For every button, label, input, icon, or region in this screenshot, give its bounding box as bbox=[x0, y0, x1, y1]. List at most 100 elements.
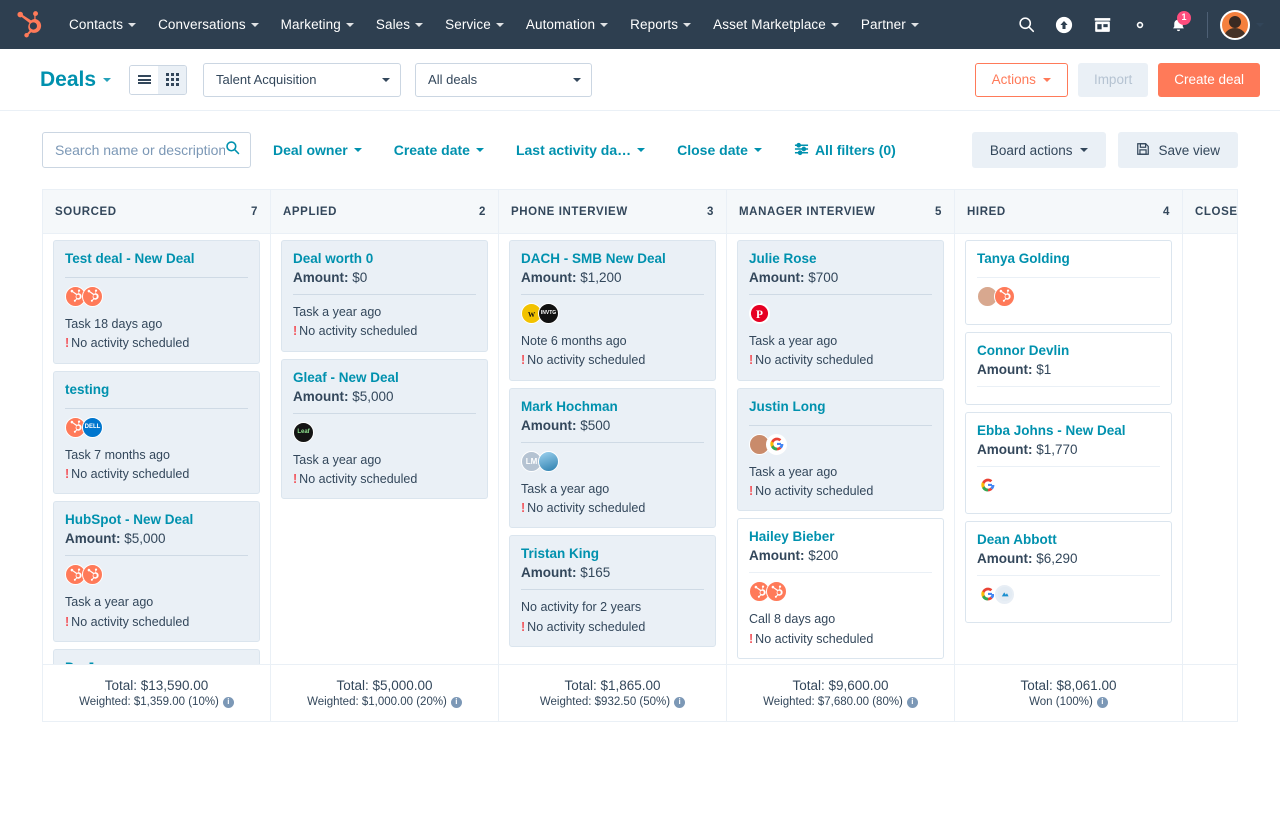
save-view-button[interactable]: Save view bbox=[1118, 132, 1238, 168]
nav-item-partner[interactable]: Partner bbox=[850, 11, 930, 38]
column-header[interactable]: CLOSED bbox=[1183, 190, 1238, 234]
deal-card[interactable]: Connor Devlin Amount: $1 bbox=[965, 332, 1172, 405]
column-total-closed bbox=[1183, 665, 1280, 721]
alert-icon: ! bbox=[749, 484, 753, 498]
hubspot-logo-icon[interactable] bbox=[14, 10, 44, 40]
column-cards: Deal worth 0 Amount: $0 Task a year ago … bbox=[271, 234, 498, 664]
search-input[interactable] bbox=[55, 142, 225, 158]
deal-card[interactable]: Gleaf - New Deal Amount: $5,000 Leaf Tas… bbox=[281, 359, 488, 500]
deal-card[interactable]: Ebba Johns - New Deal Amount: $1,770 bbox=[965, 412, 1172, 514]
info-icon[interactable]: i bbox=[674, 697, 685, 708]
deal-card-title[interactable]: Deal worth 0 bbox=[293, 251, 476, 268]
chevron-down-icon bbox=[831, 23, 839, 27]
deal-card-title[interactable]: Dr. Jones bbox=[65, 660, 248, 664]
filter-last-activity-date[interactable]: Last activity da… bbox=[516, 142, 645, 158]
board-view-icon[interactable] bbox=[158, 66, 186, 94]
deal-card[interactable]: Test deal - New Deal Task 18 days ago !N… bbox=[53, 240, 260, 364]
column-title: PHONE INTERVIEW bbox=[511, 206, 628, 218]
nav-label: Service bbox=[445, 17, 491, 32]
deal-card[interactable]: Julie Rose Amount: $700 P Task a year ag… bbox=[737, 240, 944, 381]
associated-avatars bbox=[65, 286, 248, 308]
actions-button-label: Actions bbox=[992, 72, 1036, 87]
nav-item-sales[interactable]: Sales bbox=[365, 11, 434, 38]
search-icon[interactable] bbox=[225, 140, 240, 160]
column-header[interactable]: MANAGER INTERVIEW 5 bbox=[727, 190, 954, 234]
search-icon[interactable] bbox=[1009, 8, 1043, 42]
deal-card[interactable]: Dr. Jones Amount: $5,700 bbox=[53, 649, 260, 664]
deal-card-title[interactable]: Mark Hochman bbox=[521, 399, 704, 416]
info-icon[interactable]: i bbox=[223, 697, 234, 708]
filter-deal-owner[interactable]: Deal owner bbox=[273, 142, 362, 158]
column-header[interactable]: SOURCED 7 bbox=[43, 190, 270, 234]
upgrade-arrow-icon[interactable] bbox=[1047, 8, 1081, 42]
column-header[interactable]: HIRED 4 bbox=[955, 190, 1182, 234]
deal-card-amount: Amount: $165 bbox=[521, 565, 704, 580]
info-icon[interactable]: i bbox=[1097, 697, 1108, 708]
alert-icon: ! bbox=[65, 467, 69, 481]
deal-card-title[interactable]: Julie Rose bbox=[749, 251, 932, 268]
list-view-icon[interactable] bbox=[130, 66, 158, 94]
info-icon[interactable]: i bbox=[907, 697, 918, 708]
deal-card[interactable]: Justin Long bbox=[737, 388, 944, 512]
deal-card-title[interactable]: Ebba Johns - New Deal bbox=[977, 423, 1160, 440]
search-box[interactable] bbox=[42, 132, 251, 168]
deal-card[interactable]: HubSpot - New Deal Amount: $5,000 bbox=[53, 501, 260, 642]
deal-card-title[interactable]: DACH - SMB New Deal bbox=[521, 251, 704, 268]
top-navigation-bar: Contacts Conversations Marketing Sales S… bbox=[0, 0, 1280, 49]
filter-create-date[interactable]: Create date bbox=[394, 142, 484, 158]
total-amount: Total: $13,590.00 bbox=[105, 678, 209, 693]
deal-card[interactable]: Hailey Bieber Amount: $200 bbox=[737, 518, 944, 659]
notifications-bell-icon[interactable]: 1 bbox=[1161, 8, 1195, 42]
create-deal-button[interactable]: Create deal bbox=[1158, 63, 1260, 97]
column-total-hired: Total: $8,061.00 Won (100%) i bbox=[955, 665, 1183, 721]
deal-card[interactable]: testing DELL Task 7 months ago !No activ… bbox=[53, 371, 260, 495]
pipeline-select[interactable]: Talent Acquisition bbox=[203, 63, 401, 97]
column-count: 2 bbox=[479, 206, 486, 218]
import-button[interactable]: Import bbox=[1078, 63, 1148, 97]
pipeline-select-value: Talent Acquisition bbox=[216, 72, 382, 87]
deal-card-title[interactable]: Tristan King bbox=[521, 546, 704, 563]
column-cards: Julie Rose Amount: $700 P Task a year ag… bbox=[727, 234, 954, 664]
deal-view-select[interactable]: All deals bbox=[415, 63, 592, 97]
deal-card-title[interactable]: testing bbox=[65, 382, 248, 399]
board-actions-button[interactable]: Board actions bbox=[972, 132, 1107, 168]
deal-card-title[interactable]: Gleaf - New Deal bbox=[293, 370, 476, 387]
deal-card-title[interactable]: Hailey Bieber bbox=[749, 529, 932, 546]
divider bbox=[977, 277, 1160, 278]
info-icon[interactable]: i bbox=[451, 697, 462, 708]
actions-button[interactable]: Actions bbox=[975, 63, 1068, 97]
deal-card-title[interactable]: Tanya Golding bbox=[977, 251, 1160, 268]
filter-close-date[interactable]: Close date bbox=[677, 142, 762, 158]
nav-item-service[interactable]: Service bbox=[434, 11, 515, 38]
user-avatar[interactable] bbox=[1220, 10, 1250, 40]
associated-avatars bbox=[65, 564, 248, 586]
nav-item-marketing[interactable]: Marketing bbox=[270, 11, 365, 38]
nav-item-automation[interactable]: Automation bbox=[515, 11, 619, 38]
marketplace-icon[interactable] bbox=[1085, 8, 1119, 42]
nav-item-contacts[interactable]: Contacts bbox=[58, 11, 147, 38]
deal-card-title[interactable]: Test deal - New Deal bbox=[65, 251, 248, 268]
last-activity: Task a year ago bbox=[293, 303, 476, 322]
all-filters-button[interactable]: All filters (0) bbox=[794, 142, 896, 159]
column-header[interactable]: PHONE INTERVIEW 3 bbox=[499, 190, 726, 234]
page-title-dropdown[interactable]: Deals bbox=[40, 68, 111, 92]
deal-card-title[interactable]: HubSpot - New Deal bbox=[65, 512, 248, 529]
settings-gear-icon[interactable] bbox=[1123, 8, 1157, 42]
deal-card[interactable]: Tanya Golding bbox=[965, 240, 1172, 325]
deal-card-title[interactable]: Justin Long bbox=[749, 399, 932, 416]
nav-item-reports[interactable]: Reports bbox=[619, 11, 702, 38]
deal-card-title[interactable]: Connor Devlin bbox=[977, 343, 1160, 360]
user-menu[interactable] bbox=[1220, 10, 1264, 40]
deal-card[interactable]: Deal worth 0 Amount: $0 Task a year ago … bbox=[281, 240, 488, 352]
main-menu: Contacts Conversations Marketing Sales S… bbox=[58, 11, 930, 38]
weighted-amount: Weighted: $1,359.00 (10%) i bbox=[79, 696, 234, 708]
deal-card[interactable]: DACH - SMB New Deal Amount: $1,200 W INV… bbox=[509, 240, 716, 381]
column-header[interactable]: APPLIED 2 bbox=[271, 190, 498, 234]
deal-card[interactable]: Tristan King Amount: $165 No activity fo… bbox=[509, 535, 716, 647]
nav-item-conversations[interactable]: Conversations bbox=[147, 11, 270, 38]
column-count: 5 bbox=[935, 206, 942, 218]
nav-item-asset-marketplace[interactable]: Asset Marketplace bbox=[702, 11, 850, 38]
deal-card[interactable]: Dean Abbott Amount: $6,290 bbox=[965, 521, 1172, 623]
deal-card[interactable]: Mark Hochman Amount: $500 LM Task a year… bbox=[509, 388, 716, 529]
deal-card-title[interactable]: Dean Abbott bbox=[977, 532, 1160, 549]
